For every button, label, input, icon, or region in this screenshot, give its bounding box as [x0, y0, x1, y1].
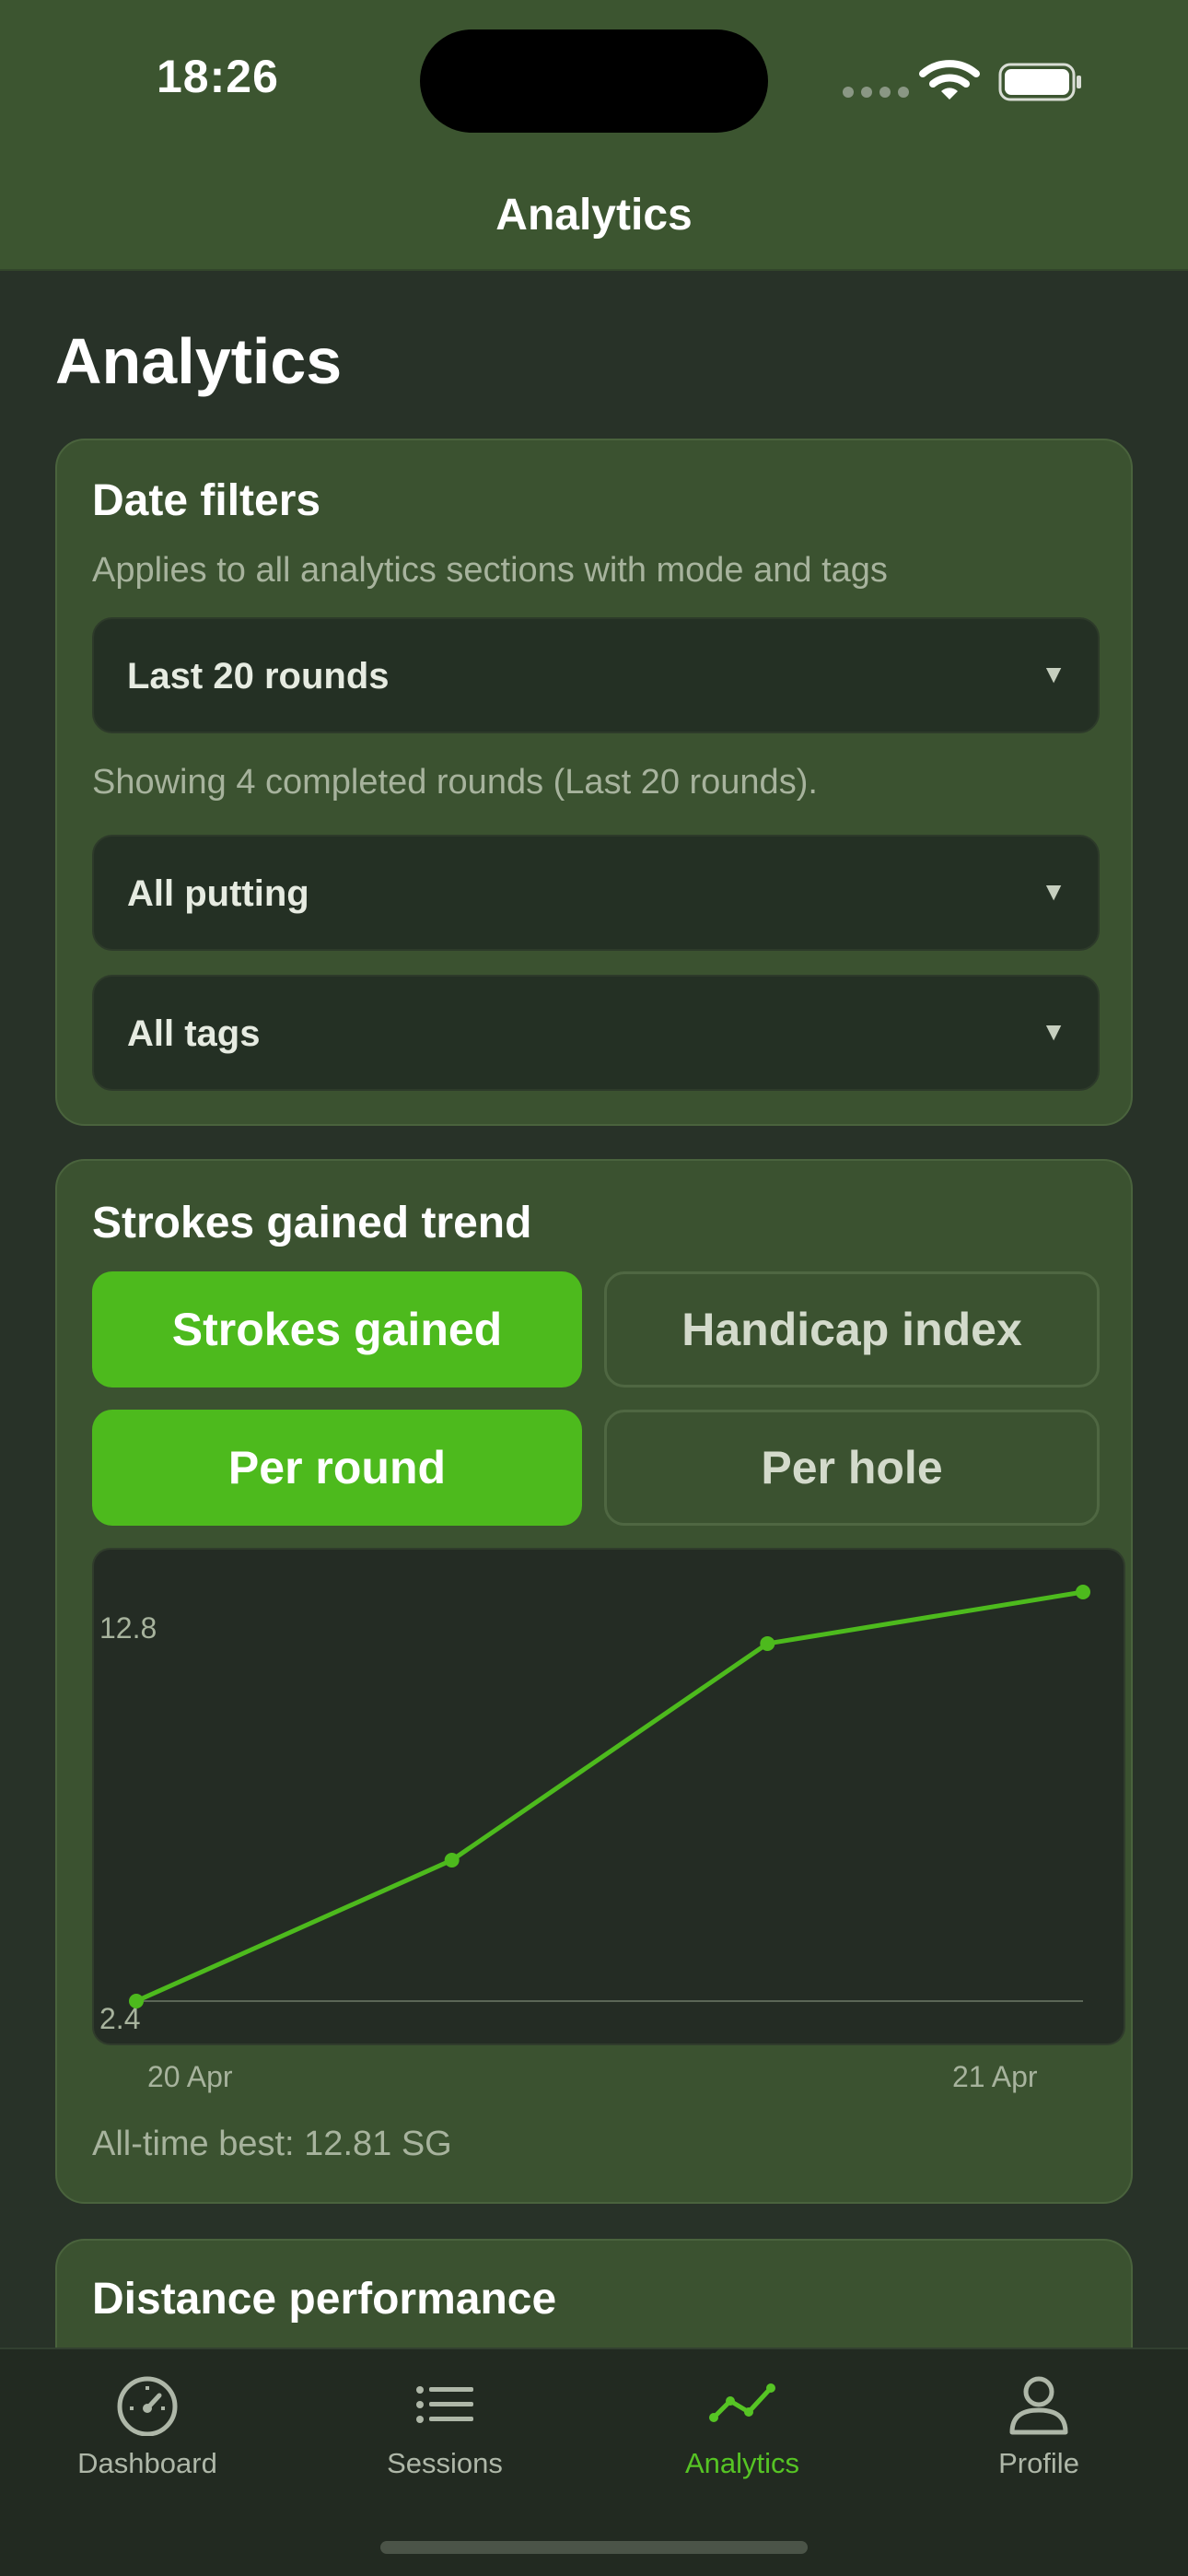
gauge-icon [117, 2376, 178, 2436]
battery-icon [998, 63, 1081, 101]
wifi-icon [919, 60, 980, 100]
tags-select[interactable]: All tags ▼ [92, 975, 1100, 1091]
data-point [129, 1994, 144, 2008]
trend-chart: 12.8 2.4 [92, 1548, 1125, 2045]
metric-handicap-index-button[interactable]: Handicap index [604, 1271, 1100, 1388]
tab-sessions[interactable]: Sessions [330, 2371, 560, 2480]
page-title: Analytics [55, 325, 343, 397]
tab-label: Analytics [684, 2447, 800, 2479]
home-indicator [380, 2541, 808, 2554]
scope-per-hole-button[interactable]: Per hole [604, 1410, 1100, 1526]
mode-value: All putting [127, 873, 309, 914]
analytics-screen: 18:26 Analytics Analytics Date filters A… [0, 0, 1188, 2576]
date-filters-subtitle: Applies to all analytics sections with m… [92, 551, 888, 590]
tab-label: Dashboard [77, 2447, 217, 2479]
trend-title: Strokes gained trend [92, 1199, 532, 1247]
tab-dashboard[interactable]: Dashboard [32, 2371, 262, 2480]
rounds-summary: Showing 4 completed rounds (Last 20 roun… [92, 763, 818, 802]
cellular-signal-icon [843, 87, 909, 98]
line-chart-icon [709, 2383, 775, 2422]
scope-per-round-button[interactable]: Per round [92, 1410, 582, 1526]
y-tick-label: 12.8 [99, 1611, 157, 1645]
tab-profile[interactable]: Profile [924, 2371, 1154, 2480]
tab-label: Profile [998, 2447, 1079, 2479]
date-range-value: Last 20 rounds [127, 656, 390, 697]
trend-chart-svg: 12.82.4 [99, 1585, 1090, 2035]
x-tick-label: 21 Apr [952, 2060, 1038, 2093]
dynamic-island [420, 29, 768, 133]
all-time-best: All-time best: 12.81 SG [92, 2125, 452, 2163]
x-tick-label: 20 Apr [147, 2060, 233, 2093]
status-time: 18:26 [157, 51, 279, 102]
date-range-select[interactable]: Last 20 rounds ▼ [92, 617, 1100, 733]
strokes-gained-trend-card: Strokes gained trend Strokes gained Hand… [55, 1159, 1133, 2204]
metric-strokes-gained-button[interactable]: Strokes gained [92, 1271, 582, 1388]
dropdown-arrow-icon: ▼ [1041, 660, 1066, 688]
series-line [134, 1589, 1084, 2004]
status-and-nav-bar: 18:26 Analytics [0, 0, 1188, 271]
data-point [444, 1853, 460, 1868]
date-filters-card: Date filters Applies to all analytics se… [55, 439, 1133, 1126]
nav-title: Analytics [495, 191, 693, 240]
distance-title: Distance performance [92, 2275, 557, 2324]
data-point [1076, 1585, 1090, 1599]
mode-select[interactable]: All putting ▼ [92, 835, 1100, 951]
tab-analytics[interactable]: Analytics [627, 2371, 857, 2480]
tab-label: Sessions [387, 2447, 503, 2479]
person-icon [1009, 2376, 1068, 2435]
list-icon [416, 2386, 473, 2423]
tags-value: All tags [127, 1013, 261, 1054]
data-point [760, 1635, 775, 1651]
date-filters-title: Date filters [92, 476, 321, 525]
dropdown-arrow-icon: ▼ [1041, 877, 1066, 906]
dropdown-arrow-icon: ▼ [1041, 1017, 1066, 1046]
